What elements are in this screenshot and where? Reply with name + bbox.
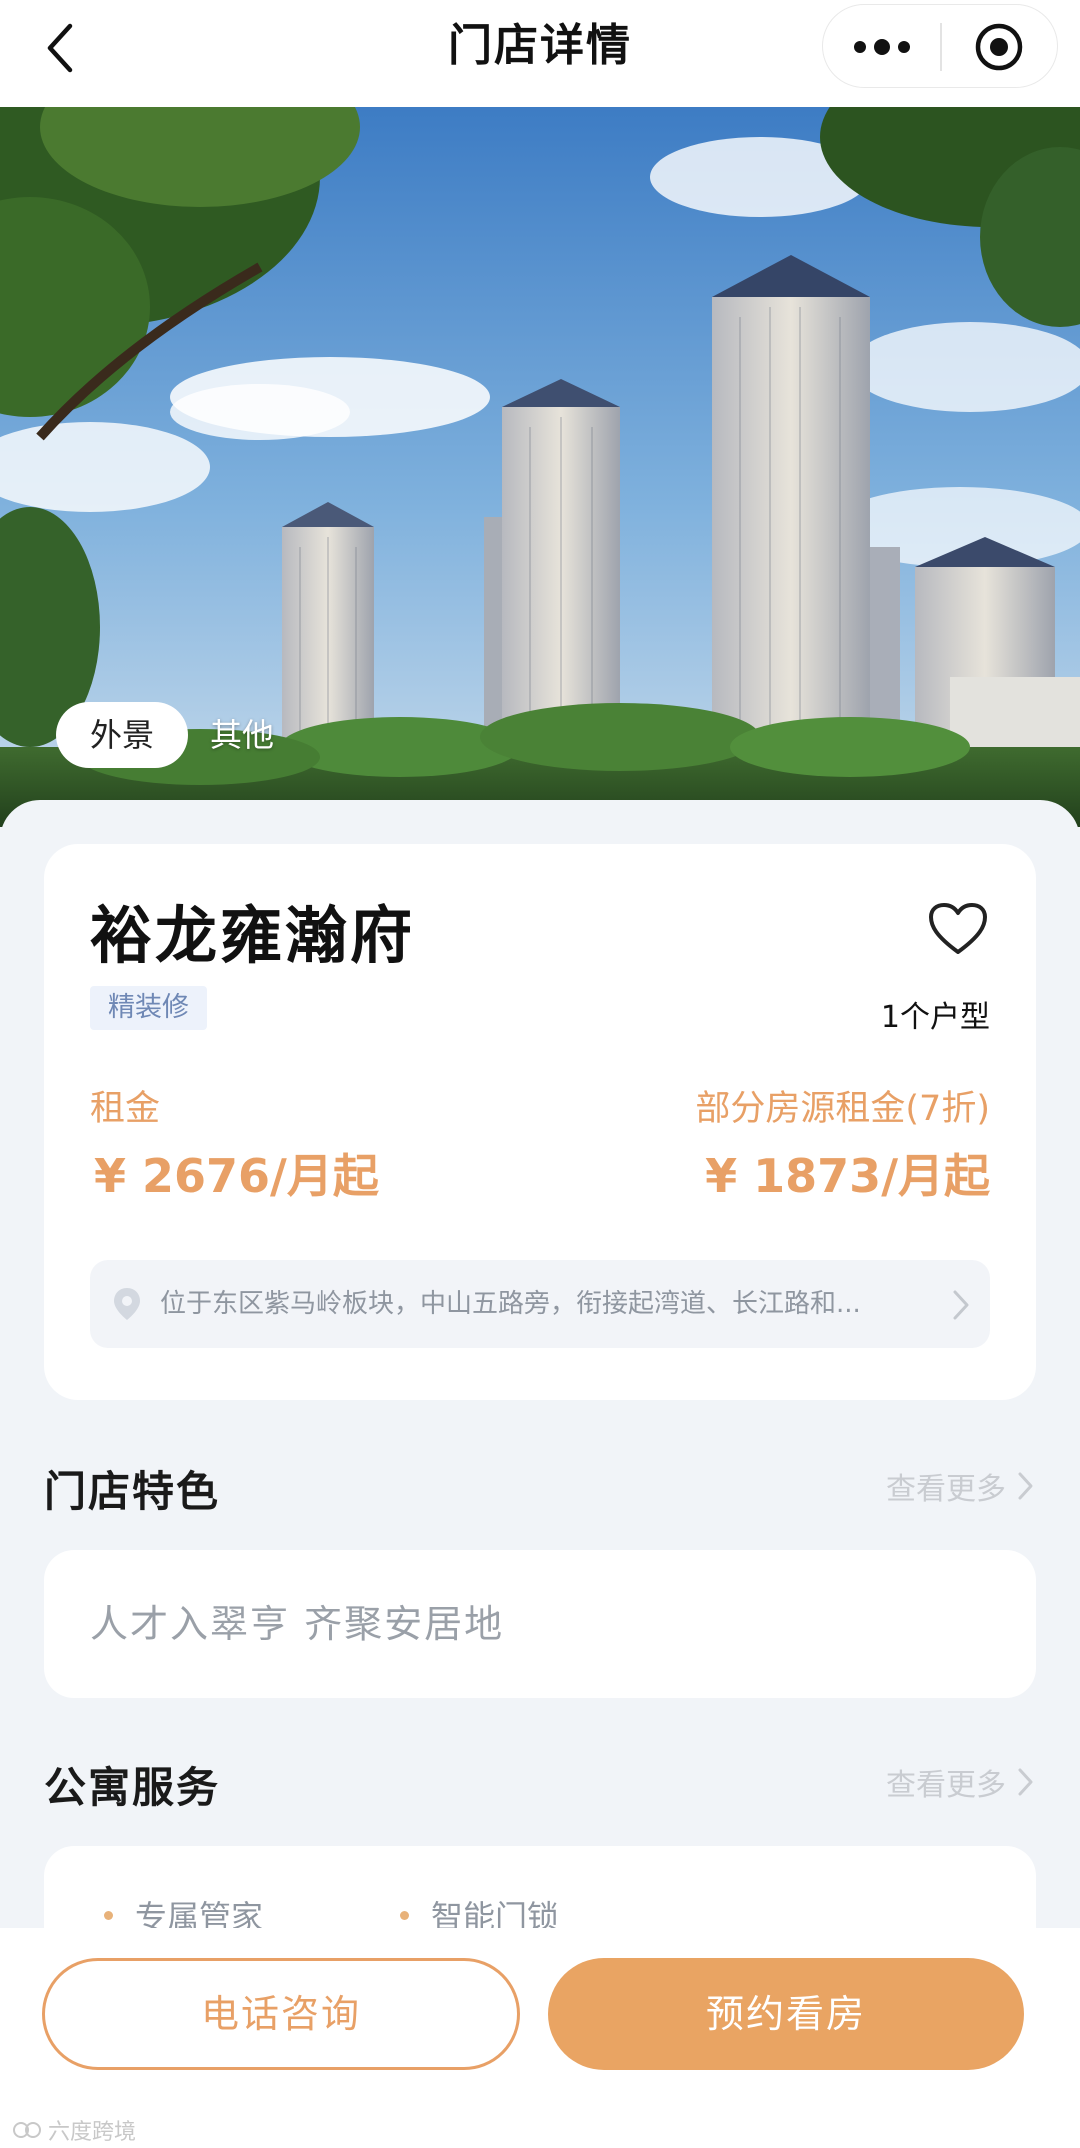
bullet-dot-icon — [104, 1910, 113, 1920]
apartment-services-more-link[interactable]: 查看更多 — [886, 1760, 1036, 1804]
store-features-more-link[interactable]: 查看更多 — [886, 1464, 1036, 1508]
store-features-title: 门店特色 — [44, 1467, 221, 1516]
mini-program-capsule — [822, 4, 1058, 88]
bottom-action-bar: 电话咨询 预约看房 六度跨境 — [0, 1928, 1080, 2148]
apartment-services-title: 公寓服务 — [44, 1763, 221, 1812]
heart-outline-icon[interactable] — [928, 902, 988, 956]
top-navigation-bar: 门店详情 — [0, 0, 1080, 107]
decoration-tag: 精装修 — [90, 986, 207, 1030]
target-icon[interactable] — [973, 21, 1025, 73]
chevron-right-icon — [1018, 1472, 1033, 1500]
photo-tab-exterior[interactable]: 外景 — [56, 702, 188, 768]
chevron-right-icon — [1018, 1768, 1033, 1796]
discount-rent-price: ¥ 1873/月起 — [705, 1149, 990, 1203]
more-link-label: 查看更多 — [886, 1472, 1006, 1507]
store-features-card: 人才入翠亨 齐聚安居地 — [44, 1550, 1036, 1698]
address-text: 位于东区紫马岭板块，中山五路旁，衔接起湾道、长江路和... — [160, 1289, 861, 1319]
more-link-label: 查看更多 — [886, 1768, 1006, 1803]
rent-price: ¥ 2676/月起 — [94, 1149, 379, 1203]
discount-rent-label: 部分房源租金(7折) — [695, 1089, 990, 1129]
photo-category-tabs: 外景 其他 — [56, 702, 274, 768]
store-photo-gallery[interactable]: 外景 其他 — [0, 107, 1080, 827]
unit-type-count[interactable]: 1个户型 — [881, 992, 990, 1036]
address-bar[interactable]: 位于东区紫马岭板块，中山五路旁，衔接起湾道、长江路和... — [90, 1260, 990, 1348]
watermark: 六度跨境 — [12, 2114, 136, 2146]
photo-tab-other[interactable]: 其他 — [210, 702, 274, 768]
location-pin-icon — [114, 1288, 140, 1320]
book-viewing-button[interactable]: 预约看房 — [548, 1958, 1024, 2070]
store-features-text: 人才入翠亨 齐聚安居地 — [90, 1602, 505, 1646]
bullet-dot-icon — [400, 1910, 409, 1920]
more-dots-icon[interactable] — [851, 27, 913, 67]
watermark-text: 六度跨境 — [48, 2120, 137, 2145]
rent-label: 租金 — [90, 1089, 161, 1129]
chevron-right-icon — [953, 1290, 969, 1320]
property-info-card: 裕龙雍瀚府 精装修 1个户型 租金 ¥ 2676/月起 部分房源租金(7折) ¥… — [44, 844, 1036, 1400]
phone-consult-button[interactable]: 电话咨询 — [42, 1958, 520, 2070]
watermark-logo-icon — [13, 2122, 41, 2138]
property-name: 裕龙雍瀚府 — [90, 899, 416, 972]
capsule-divider — [940, 23, 942, 71]
